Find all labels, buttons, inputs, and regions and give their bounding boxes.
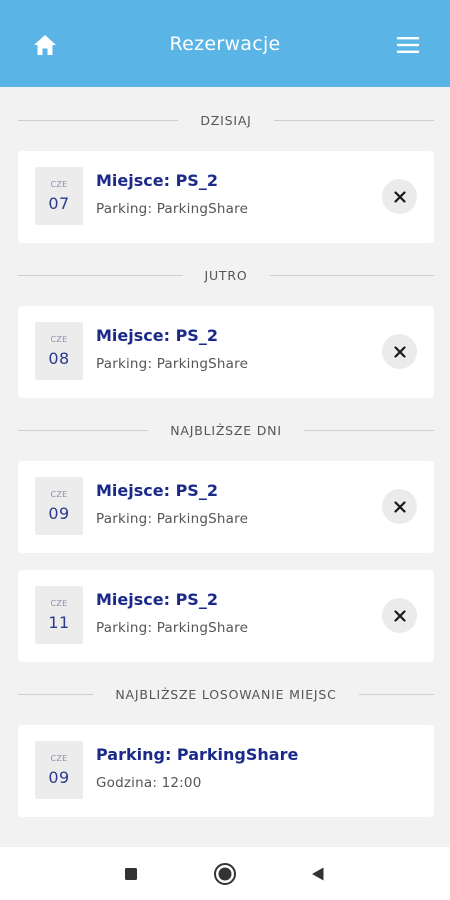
reservation-card[interactable]: CZE 08 Miejsce: PS_2 Parking: ParkingSha… bbox=[18, 306, 434, 398]
section-header-lottery: NAJBLIŻSZE LOSOWANIE MIEJSC bbox=[18, 684, 434, 704]
day-number: 07 bbox=[48, 194, 70, 213]
circle-icon bbox=[214, 863, 236, 885]
hamburger-menu-icon bbox=[397, 37, 419, 53]
parking-name: Parking: ParkingShare bbox=[96, 620, 249, 636]
lottery-card[interactable]: CZE 09 Parking: ParkingShare Godzina: 12… bbox=[18, 725, 434, 817]
recents-button[interactable] bbox=[118, 861, 144, 887]
reservation-card[interactable]: CZE 11 Miejsce: PS_2 Parking: ParkingSha… bbox=[18, 570, 434, 662]
date-badge: CZE 08 bbox=[35, 322, 83, 380]
day-of-week: CZE bbox=[50, 490, 68, 499]
home-icon bbox=[34, 35, 56, 55]
back-button[interactable] bbox=[305, 861, 331, 887]
menu-button[interactable] bbox=[392, 30, 424, 60]
close-icon bbox=[393, 609, 406, 622]
section-label: JUTRO bbox=[204, 267, 248, 283]
system-nav-bar bbox=[0, 847, 450, 900]
day-of-week: CZE bbox=[50, 599, 68, 608]
day-number: 08 bbox=[48, 349, 70, 368]
day-number: 09 bbox=[48, 504, 70, 523]
section-header-tomorrow: JUTRO bbox=[18, 265, 434, 285]
day-number: 11 bbox=[48, 613, 70, 632]
page-title: Rezerwacje bbox=[169, 32, 281, 55]
close-icon bbox=[393, 345, 406, 358]
spot-name: Miejsce: PS_2 bbox=[96, 326, 218, 345]
reservation-card[interactable]: CZE 09 Miejsce: PS_2 Parking: ParkingSha… bbox=[18, 461, 434, 553]
date-badge: CZE 07 bbox=[35, 167, 83, 225]
triangle-back-icon bbox=[312, 867, 324, 881]
system-home-button[interactable] bbox=[212, 861, 238, 887]
cancel-reservation-button[interactable] bbox=[382, 334, 417, 369]
section-label: NAJBLIŻSZE DNI bbox=[170, 422, 282, 438]
parking-name: Parking: ParkingShare bbox=[96, 511, 249, 527]
square-icon bbox=[125, 868, 137, 880]
section-header-today: DZISIAJ bbox=[18, 110, 434, 130]
spot-name: Miejsce: PS_2 bbox=[96, 590, 218, 609]
close-icon bbox=[393, 190, 406, 203]
close-icon bbox=[393, 500, 406, 513]
cancel-reservation-button[interactable] bbox=[382, 179, 417, 214]
day-of-week: CZE bbox=[50, 180, 68, 189]
app-bar: Rezerwacje bbox=[0, 0, 450, 87]
reservations-list: DZISIAJ CZE 07 Miejsce: PS_2 Parking: Pa… bbox=[0, 87, 450, 847]
parking-name: Parking: ParkingShare bbox=[96, 201, 249, 217]
section-label: NAJBLIŻSZE LOSOWANIE MIEJSC bbox=[115, 686, 337, 702]
home-button[interactable] bbox=[30, 30, 60, 60]
spot-name: Miejsce: PS_2 bbox=[96, 171, 218, 190]
day-number: 09 bbox=[48, 768, 70, 787]
day-of-week: CZE bbox=[50, 335, 68, 344]
lottery-time: Godzina: 12:00 bbox=[96, 775, 202, 791]
section-header-upcoming: NAJBLIŻSZE DNI bbox=[18, 420, 435, 440]
cancel-reservation-button[interactable] bbox=[382, 489, 417, 524]
reservation-card[interactable]: CZE 07 Miejsce: PS_2 Parking: ParkingSha… bbox=[18, 151, 434, 243]
cancel-reservation-button[interactable] bbox=[382, 598, 417, 633]
lottery-parking-name: Parking: ParkingShare bbox=[96, 745, 299, 764]
date-badge: CZE 09 bbox=[35, 477, 83, 535]
date-badge: CZE 09 bbox=[35, 741, 83, 799]
parking-name: Parking: ParkingShare bbox=[96, 356, 249, 372]
spot-name: Miejsce: PS_2 bbox=[96, 481, 218, 500]
day-of-week: CZE bbox=[50, 754, 68, 763]
section-label: DZISIAJ bbox=[200, 112, 252, 128]
date-badge: CZE 11 bbox=[35, 586, 83, 644]
